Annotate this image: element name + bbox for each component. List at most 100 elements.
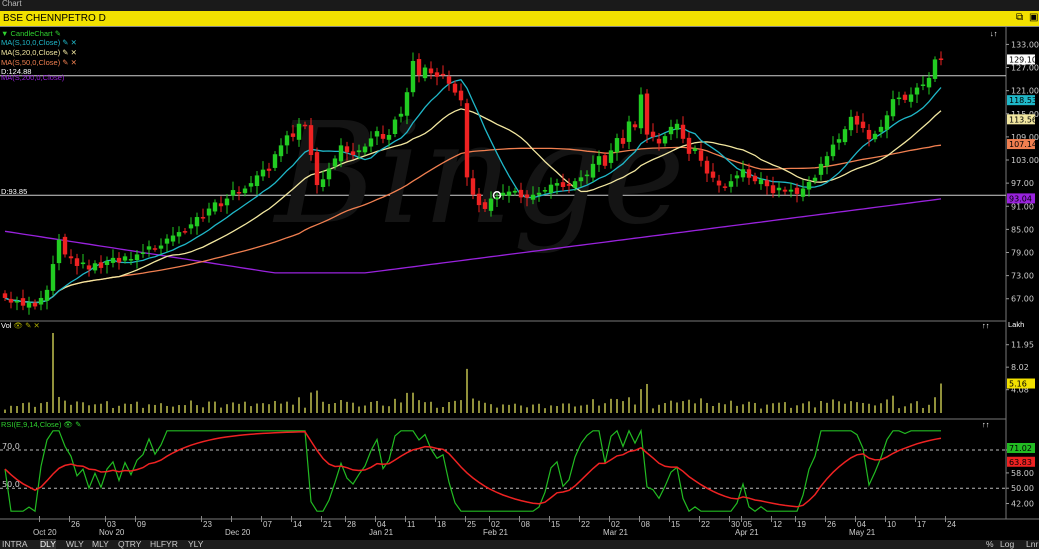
candle[interactable] [698, 143, 704, 167]
candle[interactable] [722, 183, 728, 191]
candle[interactable] [434, 67, 440, 86]
candle[interactable] [902, 91, 908, 103]
candle[interactable] [170, 227, 176, 246]
candle[interactable] [686, 132, 692, 161]
candle[interactable] [176, 226, 182, 244]
candle[interactable] [164, 234, 170, 253]
candle[interactable] [32, 299, 38, 310]
candle[interactable] [884, 110, 890, 139]
tab-intra[interactable]: INTRA [2, 539, 28, 549]
candle[interactable] [152, 245, 158, 252]
candle[interactable] [224, 194, 230, 214]
candle[interactable] [110, 249, 116, 268]
candle[interactable] [728, 174, 734, 193]
candle[interactable] [818, 156, 824, 181]
candle[interactable] [254, 170, 260, 195]
candle[interactable] [200, 208, 206, 222]
candle[interactable] [854, 111, 860, 134]
candle[interactable] [248, 176, 254, 193]
candle[interactable] [860, 113, 866, 133]
candle[interactable] [206, 202, 212, 223]
legend-ma20[interactable]: MA(S,20,0,Close) ✎ ✕ [1, 48, 77, 57]
candle[interactable] [62, 233, 68, 258]
candle[interactable] [446, 70, 452, 91]
candle[interactable] [764, 175, 770, 195]
edit-icon[interactable]: ✎ [75, 420, 81, 429]
edit-icon[interactable]: ✎ [55, 29, 61, 38]
candle[interactable] [416, 53, 422, 83]
candle[interactable] [182, 228, 188, 235]
candle[interactable] [428, 61, 434, 80]
candle[interactable] [230, 181, 236, 201]
candle[interactable] [116, 252, 122, 270]
close-icon[interactable]: ✕ [69, 38, 77, 47]
candle[interactable] [38, 290, 44, 311]
candle[interactable] [422, 64, 428, 82]
scale-log-button[interactable]: Log [1000, 539, 1014, 549]
candle[interactable] [836, 133, 842, 150]
scale-percent-button[interactable]: % [986, 539, 994, 549]
candle[interactable] [896, 91, 902, 106]
close-icon[interactable]: ✕ [69, 48, 77, 57]
candle[interactable] [758, 172, 764, 190]
candle[interactable] [266, 162, 272, 178]
candle[interactable] [92, 260, 98, 274]
candle[interactable] [824, 151, 830, 175]
legend-candle[interactable]: ▼ CandleChart ✎ [1, 29, 61, 38]
candle[interactable] [782, 186, 788, 195]
candle[interactable] [74, 253, 80, 275]
legend-vol[interactable]: Vol 👁 ✎ ✕ [1, 321, 40, 330]
candle[interactable] [158, 238, 164, 255]
candle[interactable] [194, 212, 200, 235]
candle[interactable] [242, 185, 248, 197]
candle[interactable] [872, 130, 878, 143]
restore-icon[interactable]: ⧉ [1016, 12, 1023, 23]
candle[interactable] [68, 249, 74, 265]
candle[interactable] [188, 217, 194, 235]
candle[interactable] [830, 136, 836, 161]
candle[interactable] [932, 56, 938, 82]
candle[interactable] [752, 172, 758, 185]
candle[interactable] [98, 255, 104, 274]
maximize-icon[interactable]: ▣ [1029, 12, 1038, 23]
tab-dly[interactable]: DLY [40, 539, 56, 549]
candle[interactable] [212, 199, 218, 215]
tab-qtry[interactable]: QTRY [118, 539, 141, 549]
panel-resize-icon[interactable]: ↑↑ [982, 420, 990, 429]
candle[interactable] [800, 180, 806, 202]
candle[interactable] [410, 52, 416, 97]
candle[interactable] [80, 254, 86, 269]
candle[interactable] [692, 145, 698, 155]
rsi-fast-line[interactable] [4, 428, 941, 513]
candle[interactable] [50, 255, 56, 296]
legend-ma10[interactable]: MA(S,10,0,Close) ✎ ✕ [1, 38, 77, 47]
eye-icon[interactable]: 👁 [64, 420, 74, 429]
candle[interactable] [908, 87, 914, 108]
candle[interactable] [134, 249, 140, 269]
candle[interactable] [8, 291, 14, 309]
close-icon[interactable]: ✕ [34, 321, 40, 330]
candle[interactable] [440, 65, 446, 79]
candle[interactable] [770, 176, 776, 198]
eye-icon[interactable]: 👁 [14, 321, 24, 330]
close-icon[interactable]: ✕ [69, 58, 77, 67]
candle[interactable] [260, 161, 266, 181]
candle[interactable] [794, 183, 800, 203]
tab-hlfyr[interactable]: HLFYR [150, 539, 178, 549]
candle[interactable] [44, 285, 50, 310]
candle[interactable] [734, 170, 740, 187]
legend-rsi[interactable]: RSI(E,9,14,Close) 👁 ✎ [1, 420, 81, 429]
legend-ma200[interactable]: MA(S,200,0,Close) [1, 73, 64, 82]
candle[interactable] [26, 296, 32, 315]
candle[interactable] [14, 296, 20, 311]
candle[interactable] [218, 196, 224, 213]
candle[interactable] [236, 186, 242, 201]
candle[interactable] [914, 83, 920, 103]
candle[interactable] [20, 289, 26, 311]
candle[interactable] [2, 290, 8, 302]
candle[interactable] [890, 90, 896, 121]
candle[interactable] [716, 174, 722, 193]
candle[interactable] [704, 156, 710, 182]
legend-ma50[interactable]: MA(S,50,0,Close) ✎ ✕ [1, 58, 77, 67]
candle[interactable] [86, 259, 92, 277]
